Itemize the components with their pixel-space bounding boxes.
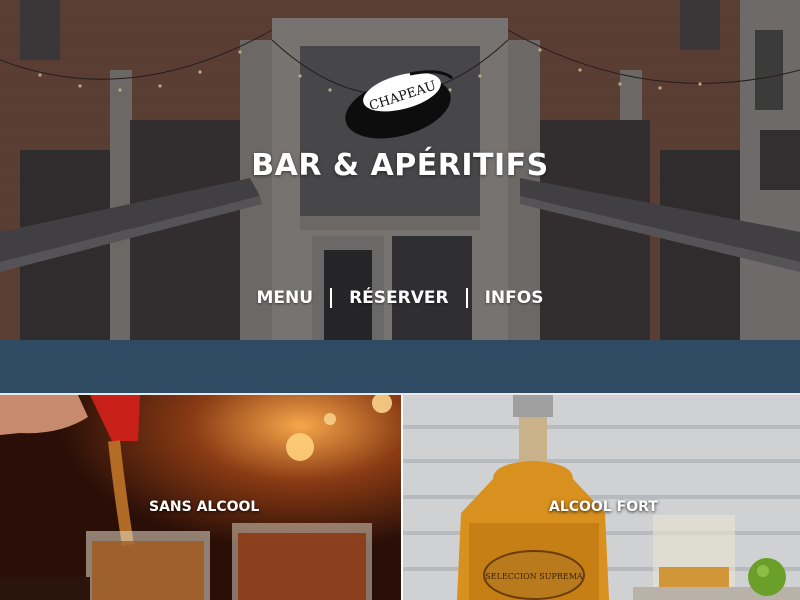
category-tile-alcool-fort[interactable]: SELECCION SUPREMA ALCOOL FORT bbox=[403, 395, 800, 600]
hat-logo-icon[interactable]: CHAPEAU bbox=[340, 64, 464, 144]
category-label-alcool-fort: ALCOOL FORT bbox=[549, 499, 658, 515]
main-nav: MENU RÉSERVER INFOS bbox=[0, 286, 800, 310]
nav-link-reserver[interactable]: RÉSERVER bbox=[332, 286, 466, 310]
color-band bbox=[0, 340, 800, 393]
spirits-photo: SELECCION SUPREMA bbox=[403, 395, 800, 600]
mocktail-photo bbox=[0, 395, 401, 600]
hero-banner: CHAPEAU BAR & APÉRITIFS MENU RÉSERVER IN… bbox=[0, 0, 800, 340]
bottle-label-text: SELECCION SUPREMA bbox=[485, 572, 583, 581]
site-tagline: BAR & APÉRITIFS bbox=[251, 148, 549, 183]
category-label-sans-alcool: SANS ALCOOL bbox=[149, 499, 260, 515]
nav-link-infos[interactable]: INFOS bbox=[468, 286, 561, 310]
category-tile-sans-alcool[interactable]: SANS ALCOOL bbox=[0, 395, 401, 600]
nav-link-menu[interactable]: MENU bbox=[240, 286, 331, 310]
